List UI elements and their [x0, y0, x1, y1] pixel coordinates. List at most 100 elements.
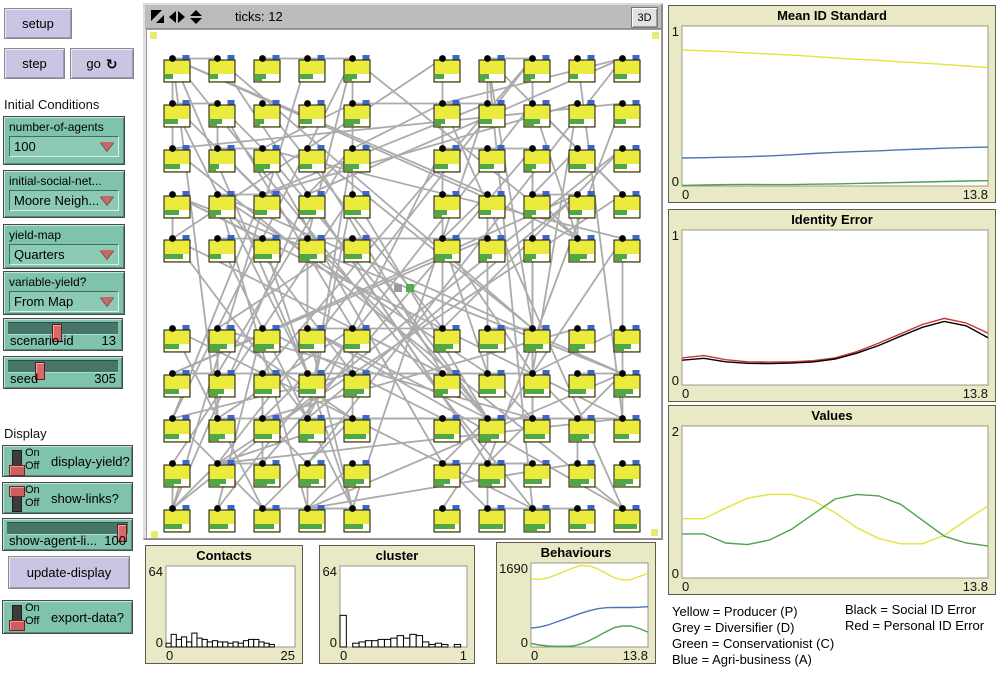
agent-node-dot[interactable] — [529, 325, 536, 332]
agent-node-dot[interactable] — [259, 370, 266, 377]
agent-node-dot[interactable] — [574, 415, 581, 422]
agent-node-dot[interactable] — [619, 100, 626, 107]
detached-agent[interactable] — [406, 284, 414, 292]
agent-node-dot[interactable] — [529, 415, 536, 422]
agent-node-dot[interactable] — [304, 145, 311, 152]
agent-node-dot[interactable] — [214, 55, 221, 62]
chooser-yield-map[interactable]: yield-map Quarters — [3, 224, 125, 269]
agent-node-dot[interactable] — [304, 505, 311, 512]
agent-node-dot[interactable] — [439, 415, 446, 422]
agent-node-dot[interactable] — [439, 100, 446, 107]
switch-display-yield[interactable]: On Off display-yield? — [2, 445, 133, 477]
step-button[interactable]: step — [4, 48, 65, 79]
agent-node-dot[interactable] — [349, 505, 356, 512]
agent-node-dot[interactable] — [169, 460, 176, 467]
agent-node-dot[interactable] — [169, 415, 176, 422]
agent-node-dot[interactable] — [214, 325, 221, 332]
agent-node-dot[interactable] — [484, 505, 491, 512]
chooser-number-of-agents[interactable]: number-of-agents 100 — [3, 116, 125, 165]
agent-node-dot[interactable] — [439, 325, 446, 332]
agent-node-dot[interactable] — [439, 505, 446, 512]
detached-agent[interactable] — [394, 284, 402, 292]
switch-handle[interactable] — [9, 465, 25, 476]
agent-node-dot[interactable] — [259, 235, 266, 242]
agent-node-dot[interactable] — [619, 235, 626, 242]
chooser-dropdown[interactable]: Quarters — [9, 244, 119, 265]
agent-node-dot[interactable] — [529, 505, 536, 512]
agent-node-dot[interactable] — [619, 55, 626, 62]
slider-show-agent-links[interactable]: show-agent-li... 100 — [2, 518, 133, 551]
chooser-dropdown[interactable]: From Map — [9, 291, 119, 312]
agent-node-dot[interactable] — [349, 415, 356, 422]
switch-export-data[interactable]: On Off export-data? — [2, 600, 133, 634]
agent-node-dot[interactable] — [304, 415, 311, 422]
update-display-button[interactable]: update-display — [8, 556, 130, 589]
agent-node-dot[interactable] — [214, 145, 221, 152]
agent-node-dot[interactable] — [439, 235, 446, 242]
agent-node-dot[interactable] — [349, 460, 356, 467]
chooser-dropdown[interactable]: Moore Neigh... — [9, 190, 119, 211]
agent-node-dot[interactable] — [619, 460, 626, 467]
agent-node-dot[interactable] — [304, 235, 311, 242]
agent-node-dot[interactable] — [169, 191, 176, 198]
agent-node-dot[interactable] — [349, 100, 356, 107]
agent-node-dot[interactable] — [259, 145, 266, 152]
agent-node-dot[interactable] — [619, 415, 626, 422]
agent-node-dot[interactable] — [304, 191, 311, 198]
agent-node-dot[interactable] — [169, 370, 176, 377]
agent-node-dot[interactable] — [214, 505, 221, 512]
agent-node-dot[interactable] — [304, 325, 311, 332]
agent-node-dot[interactable] — [484, 191, 491, 198]
agent-node-dot[interactable] — [169, 235, 176, 242]
agent-node-dot[interactable] — [214, 100, 221, 107]
switch-handle[interactable] — [9, 620, 25, 631]
agent-node-dot[interactable] — [574, 100, 581, 107]
agent-node-dot[interactable] — [349, 145, 356, 152]
agent-node-dot[interactable] — [439, 55, 446, 62]
agent-node-dot[interactable] — [259, 415, 266, 422]
switch-show-links[interactable]: On Off show-links? — [2, 482, 133, 514]
go-button[interactable]: go ↻ — [70, 48, 134, 79]
agent-node-dot[interactable] — [574, 145, 581, 152]
agent-node-dot[interactable] — [349, 55, 356, 62]
switch-track[interactable] — [12, 605, 22, 630]
agent-node-dot[interactable] — [619, 370, 626, 377]
agent-node-dot[interactable] — [574, 235, 581, 242]
agent-node-dot[interactable] — [529, 370, 536, 377]
agent-node-dot[interactable] — [619, 145, 626, 152]
agent-node-dot[interactable] — [529, 235, 536, 242]
agent-node-dot[interactable] — [304, 370, 311, 377]
agent-node-dot[interactable] — [439, 145, 446, 152]
agent-node-dot[interactable] — [529, 100, 536, 107]
agent-node-dot[interactable] — [214, 415, 221, 422]
agent-node-dot[interactable] — [304, 460, 311, 467]
agent-node-dot[interactable] — [574, 370, 581, 377]
agent-node-dot[interactable] — [439, 191, 446, 198]
switch-track[interactable] — [12, 450, 22, 475]
agent-node-dot[interactable] — [484, 145, 491, 152]
switch-handle[interactable] — [9, 486, 25, 497]
agent-node-dot[interactable] — [169, 55, 176, 62]
agent-node-dot[interactable] — [259, 100, 266, 107]
agent-node-dot[interactable] — [169, 325, 176, 332]
agent-node-dot[interactable] — [169, 100, 176, 107]
chooser-dropdown[interactable]: 100 — [9, 136, 119, 157]
agent-node-dot[interactable] — [349, 235, 356, 242]
agent-node-dot[interactable] — [484, 370, 491, 377]
agent-node-dot[interactable] — [259, 460, 266, 467]
agent-node-dot[interactable] — [214, 370, 221, 377]
agent-node-dot[interactable] — [304, 100, 311, 107]
agent-node-dot[interactable] — [574, 191, 581, 198]
agent-node-dot[interactable] — [529, 55, 536, 62]
agent-node-dot[interactable] — [574, 505, 581, 512]
agent-node-dot[interactable] — [619, 191, 626, 198]
switch-track[interactable] — [12, 487, 22, 512]
agent-node-dot[interactable] — [169, 505, 176, 512]
agent-node-dot[interactable] — [349, 191, 356, 198]
agent-node-dot[interactable] — [484, 325, 491, 332]
agent-node-dot[interactable] — [259, 191, 266, 198]
agent-node-dot[interactable] — [574, 55, 581, 62]
agent-node-dot[interactable] — [529, 460, 536, 467]
agent-node-dot[interactable] — [214, 235, 221, 242]
slider-seed[interactable]: seed 305 — [3, 356, 123, 389]
